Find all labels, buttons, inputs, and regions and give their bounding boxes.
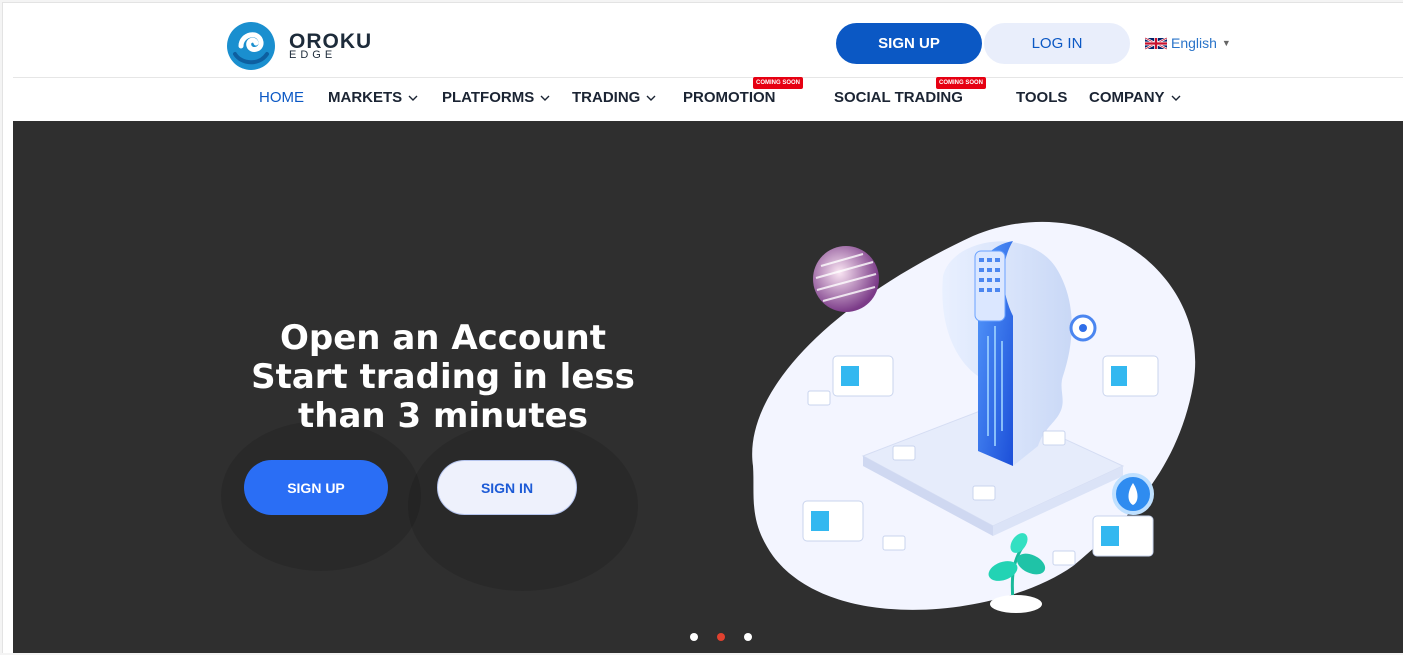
nav-label: SOCIAL TRADING [834,89,963,106]
nav-item-markets[interactable]: MARKETS [328,89,418,106]
coming-soon-badge: COMING SOON [753,77,804,89]
coming-soon-badge: COMING SOON [936,77,987,89]
chevron-down-icon: ▼ [1221,38,1231,48]
page-frame: OROKU EDGE SIGN UP LOG IN English ▼ HOME… [2,2,1403,653]
nav-item-tools[interactable]: TOOLS [1016,89,1067,106]
language-selector[interactable]: English ▼ [1145,35,1231,51]
nav-label: PROMOTION [683,89,776,106]
nav-item-company[interactable]: COMPANY [1089,89,1181,106]
nav-item-platforms[interactable]: PLATFORMS [442,89,550,106]
hero-signup-button[interactable]: SIGN UP [244,460,388,515]
nav-label: TRADING [572,89,641,106]
nav-item-home[interactable]: HOME [259,89,304,106]
chevron-down-icon [646,95,656,101]
carousel-dot[interactable] [690,633,698,641]
nav-item-social-trading[interactable]: SOCIAL TRADING [834,89,963,106]
language-label: English [1171,35,1217,51]
nav-label: MARKETS [328,89,403,106]
nav-label: HOME [259,89,304,106]
nav-label: COMPANY [1089,89,1165,106]
chevron-down-icon [408,95,418,101]
uk-flag-icon [1145,36,1167,50]
hero-signin-button[interactable]: SIGN IN [437,460,577,515]
carousel-indicators [690,633,752,641]
carousel-dot-active[interactable] [717,633,725,641]
header-divider [13,77,1403,78]
main-nav: HOME MARKETS PLATFORMS TRADING PROMOTION… [3,77,1403,113]
hero-headline: Open an Account Start trading in less th… [251,318,635,436]
carousel-dot[interactable] [744,633,752,641]
hero-banner: Open an Account Start trading in less th… [13,121,1403,653]
nav-item-promotion[interactable]: PROMOTION [683,89,776,106]
brand-mark-icon [227,22,275,70]
brand-logo[interactable]: OROKU EDGE [225,19,385,73]
ai-head-illustration [752,221,1196,613]
nav-item-trading[interactable]: TRADING [572,89,656,106]
chevron-down-icon [1171,95,1181,101]
header-login-button[interactable]: LOG IN [984,23,1130,64]
nav-label: TOOLS [1016,89,1068,106]
header-signup-button[interactable]: SIGN UP [836,23,982,64]
chevron-down-icon [540,95,550,101]
nav-label: PLATFORMS [442,89,535,106]
